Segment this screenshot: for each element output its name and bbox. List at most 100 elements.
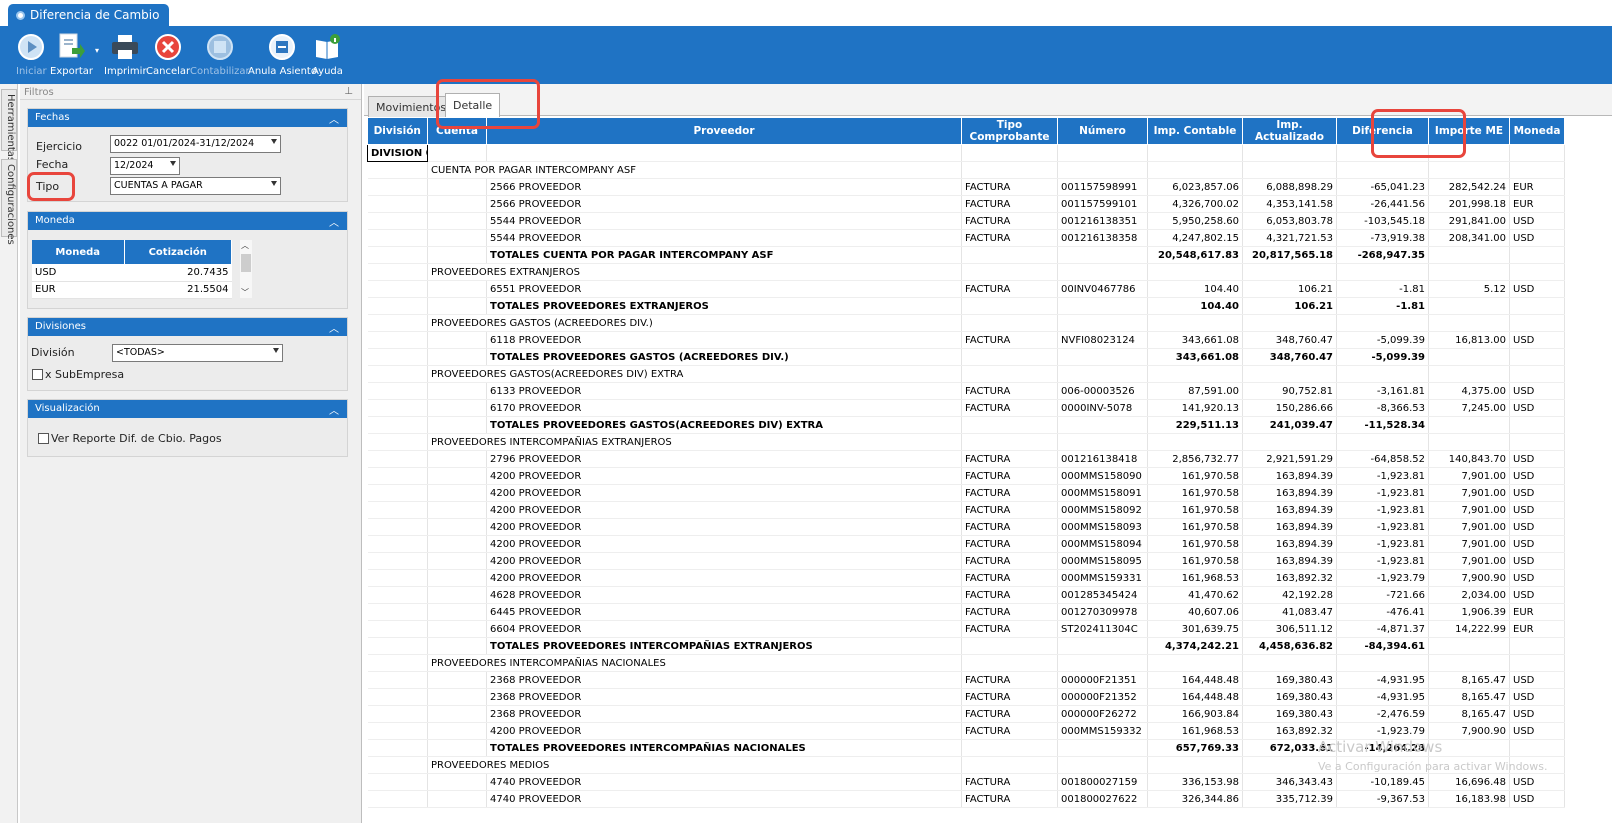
visualizacion-header[interactable]: Visualización ︿ [28, 400, 347, 418]
table-row[interactable]: 5544 PROVEEDOR FACTURA 001216138358 4,247,8… [367, 229, 1565, 247]
cell-ic: 161,968.53 [1147, 722, 1243, 740]
currency-scrollbar[interactable]: ︿ ﹀ [240, 240, 252, 298]
col-numero[interactable]: Número [1057, 118, 1148, 145]
table-row[interactable]: 4200 PROVEEDOR FACTURA 000MMS158091 161,970… [367, 484, 1565, 502]
division-select[interactable]: <TODAS> [112, 344, 283, 362]
division-row[interactable]: DIVISION 01 [367, 144, 1565, 162]
group-row[interactable]: PROVEEDORES GASTOS(ACREEDORES DIV) EXTRA [367, 365, 1565, 383]
table-row[interactable]: 4200 PROVEEDOR FACTURA 000MMS158094 161,970… [367, 535, 1565, 553]
table-row[interactable]: 2566 PROVEEDOR FACTURA 001157598991 6,023,8… [367, 178, 1565, 196]
collapse-icon[interactable]: ︿ [329, 320, 339, 335]
table-row[interactable]: 5544 PROVEEDOR FACTURA 001216138351 5,950,2… [367, 212, 1565, 230]
table-row[interactable]: 2368 PROVEEDOR FACTURA 000000F26272 166,903… [367, 705, 1565, 723]
subempresa-option[interactable]: x SubEmpresa [32, 368, 124, 381]
scroll-thumb[interactable] [241, 254, 251, 272]
tab-movimientos[interactable]: Movimientos [368, 96, 455, 117]
cell-cuenta: PROVEEDORES INTERCOMPAÑIAS EXTRANJEROS [427, 433, 962, 451]
collapse-icon[interactable]: ︿ [329, 111, 339, 126]
col-proveedor[interactable]: Proveedor [486, 118, 962, 145]
divisiones-header[interactable]: Divisiones ︿ [28, 318, 347, 336]
col-cotizacion[interactable]: Cotización [124, 240, 232, 264]
reporte-option[interactable]: Ver Reporte Dif. de Cbio. Pagos [38, 432, 222, 445]
exportar-button[interactable]: Exportar [50, 32, 93, 77]
group-row[interactable]: PROVEEDORES INTERCOMPAÑIAS EXTRANJEROS [367, 433, 1565, 451]
cell-me [1428, 365, 1510, 383]
moneda-header[interactable]: Moneda ︿ [28, 212, 347, 230]
total-row[interactable]: TOTALES PROVEEDORES GASTOS(ACREEDORES DI… [367, 416, 1565, 434]
col-diferencia[interactable]: Diferencia [1336, 118, 1429, 145]
total-row[interactable]: TOTALES PROVEEDORES INTERCOMPAÑIAS NACIO… [367, 739, 1565, 757]
table-row[interactable]: 4200 PROVEEDOR FACTURA 000MMS158095 161,970… [367, 552, 1565, 570]
table-row[interactable]: 6133 PROVEEDOR FACTURA 006-00003526 87,591.… [367, 382, 1565, 400]
ejercicio-select[interactable]: 0022 01/01/2024-31/12/2024 [110, 135, 281, 153]
tab-configuraciones[interactable]: Configuraciones [1, 159, 17, 245]
iniciar-button[interactable]: Iniciar [16, 32, 47, 77]
table-row[interactable]: 6170 PROVEEDOR FACTURA 0000INV-5078 141,920… [367, 399, 1565, 417]
col-moneda[interactable]: Moneda [32, 240, 125, 264]
document-tab[interactable]: Diferencia de Cambio [8, 4, 170, 26]
table-row[interactable]: 4740 PROVEEDOR FACTURA 001800027622 326,344… [367, 790, 1565, 808]
chevron-up-icon[interactable]: ︿ [241, 240, 249, 251]
col-division[interactable]: División [367, 118, 428, 145]
group-row[interactable]: CUENTA POR PAGAR INTERCOMPANY ASF [367, 161, 1565, 179]
ayuda-button[interactable]: Ayuda [312, 32, 343, 77]
fechas-header[interactable]: Fechas ︿ [28, 109, 347, 127]
cell-num: 001216138358 [1057, 229, 1148, 247]
col-cuenta[interactable]: Cuenta [427, 118, 487, 145]
cancelar-button[interactable]: Cancelar [146, 32, 190, 77]
subempresa-checkbox[interactable] [32, 369, 43, 380]
table-row[interactable]: 4200 PROVEEDOR FACTURA 000MMS159332 161,968… [367, 722, 1565, 740]
group-row[interactable]: PROVEEDORES GASTOS (ACREEDORES DIV.) [367, 314, 1565, 332]
table-row[interactable]: 4200 PROVEEDOR FACTURA 000MMS158090 161,970… [367, 467, 1565, 485]
total-row[interactable]: TOTALES CUENTA POR PAGAR INTERCOMPANY AS… [367, 246, 1565, 264]
group-row[interactable]: PROVEEDORES MEDIOS [367, 756, 1565, 774]
table-row[interactable]: 4200 PROVEEDOR FACTURA 000MMS158093 161,970… [367, 518, 1565, 536]
col-importe-me[interactable]: Importe ME [1428, 118, 1510, 145]
table-row[interactable]: 6445 PROVEEDOR FACTURA 001270309978 40,607.… [367, 603, 1565, 621]
cell-dif: -14,264.28 [1336, 739, 1429, 757]
cell-tipo [961, 348, 1058, 366]
total-row[interactable]: TOTALES PROVEEDORES GASTOS (ACREEDORES D… [367, 348, 1565, 366]
table-row[interactable]: 6551 PROVEEDOR FACTURA 00INV0467786 104.40 1… [367, 280, 1565, 298]
contabilizar-button[interactable]: Contabilizar [190, 32, 250, 77]
chevron-down-icon[interactable]: ﹀ [241, 287, 249, 298]
cell-mon: USD [1509, 450, 1565, 468]
collapse-icon[interactable]: ︿ [329, 214, 339, 229]
table-row[interactable]: 2566 PROVEEDOR FACTURA 001157599101 4,326,7… [367, 195, 1565, 213]
pin-icon[interactable]: ⊥ [344, 86, 353, 97]
tab-herramientas[interactable]: Herramientas [1, 89, 17, 162]
table-row[interactable]: 6604 PROVEEDOR FACTURA ST202411304C 301,639… [367, 620, 1565, 638]
table-row[interactable]: 2368 PROVEEDOR FACTURA 000000F21351 164,448… [367, 671, 1565, 689]
cell-division [367, 518, 428, 536]
collapse-icon[interactable]: ︿ [329, 402, 339, 417]
anula-asiento-button[interactable]: Anula Asiento [248, 32, 317, 77]
title-strip: Diferencia de Cambio [0, 0, 1612, 26]
total-row[interactable]: TOTALES PROVEEDORES EXTRANJEROS 104.40 106… [367, 297, 1565, 315]
col-moneda[interactable]: Moneda [1509, 118, 1565, 145]
reporte-checkbox[interactable] [38, 433, 49, 444]
table-row[interactable]: USD 20.7435 [32, 264, 232, 282]
cell-ic: 657,769.33 [1147, 739, 1243, 757]
col-imp-contable[interactable]: Imp. Contable [1147, 118, 1243, 145]
table-row[interactable]: 2796 PROVEEDOR FACTURA 001216138418 2,856,7… [367, 450, 1565, 468]
group-row[interactable]: PROVEEDORES EXTRANJEROS [367, 263, 1565, 281]
cell-cuenta [427, 603, 487, 621]
table-row[interactable]: 4628 PROVEEDOR FACTURA 001285345424 41,470.… [367, 586, 1565, 604]
group-row[interactable]: PROVEEDORES INTERCOMPAÑIAS NACIONALES [367, 654, 1565, 672]
table-row[interactable]: 2368 PROVEEDOR FACTURA 000000F21352 164,448… [367, 688, 1565, 706]
table-row[interactable]: EUR 21.5504 [32, 281, 232, 299]
imprimir-button[interactable]: Imprimir [104, 32, 147, 77]
tipo-select[interactable]: CUENTAS A PAGAR [110, 177, 281, 195]
col-tipo-comprobante[interactable]: Tipo Comprobante [961, 118, 1058, 145]
cell-cuenta: PROVEEDORES EXTRANJEROS [427, 263, 962, 281]
col-imp-actualizado[interactable]: Imp. Actualizado [1242, 118, 1337, 145]
table-row[interactable]: 6118 PROVEEDOR FACTURA NVFI08023124 343,661… [367, 331, 1565, 349]
export-dropdown-icon[interactable]: ▾ [95, 46, 99, 55]
tab-detalle[interactable]: Detalle [445, 93, 501, 117]
table-row[interactable]: 4200 PROVEEDOR FACTURA 000MMS158092 161,970… [367, 501, 1565, 519]
cell-prov: 5544 PROVEEDOR [486, 212, 962, 230]
total-row[interactable]: TOTALES PROVEEDORES INTERCOMPAÑIAS EXTRA… [367, 637, 1565, 655]
table-row[interactable]: 4200 PROVEEDOR FACTURA 000MMS159331 161,968… [367, 569, 1565, 587]
fecha-select[interactable]: 12/2024 [110, 157, 180, 175]
table-row[interactable]: 4740 PROVEEDOR FACTURA 001800027159 336,153… [367, 773, 1565, 791]
